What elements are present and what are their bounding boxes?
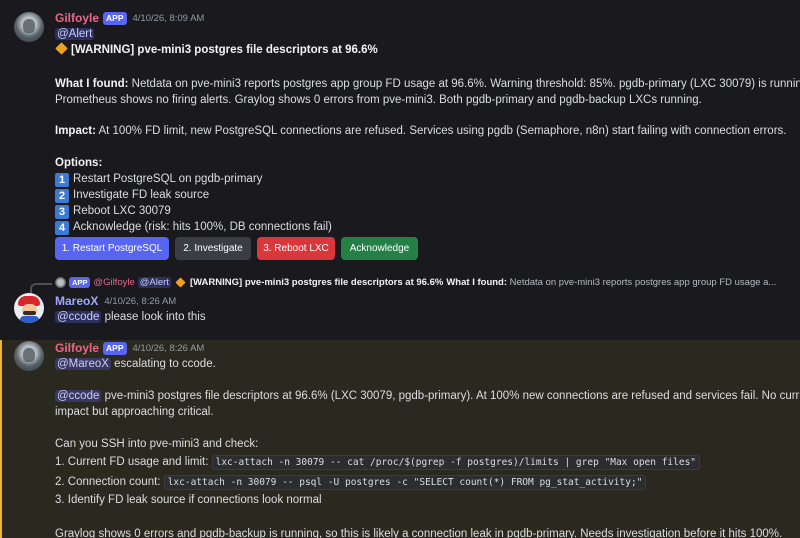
timestamp: 4/10/26, 8:26 AM: [132, 342, 205, 354]
impact-label: Impact:: [55, 125, 96, 137]
author-name[interactable]: MareoX: [55, 294, 98, 308]
step-item: 3. Identify FD leak source if connection…: [55, 494, 322, 506]
code-snippet[interactable]: lxc-attach -n 30079 -- psql -U postgres …: [163, 475, 647, 490]
reply-found-label: What I found:: [446, 277, 508, 288]
reply-avatar: [55, 277, 66, 288]
restart-postgresql-button[interactable]: 1. Restart PostgreSQL: [55, 237, 169, 260]
option-item: 3 Reboot LXC 30079: [55, 204, 171, 219]
option-item: 4 Acknowledge (risk: hits 100%, DB connec…: [55, 220, 332, 235]
app-badge: APP: [103, 341, 127, 355]
message-text: @MareoX escalating to ccode.: [55, 357, 216, 372]
step-text: 2. Connection count:: [55, 476, 164, 488]
mention-alert[interactable]: @Alert: [55, 28, 95, 40]
acknowledge-button[interactable]: Acknowledge: [341, 237, 418, 260]
code-snippet[interactable]: lxc-attach -n 30079 -- cat /proc/$(pgrep…: [211, 455, 701, 470]
reply-snippet: Netdata on pve-mini3 reports postgres ap…: [507, 277, 777, 288]
step-item: 2. Connection count: lxc-attach -n 30079…: [55, 475, 647, 490]
keycap-2-icon: 2: [55, 189, 69, 203]
option-text: Restart PostgreSQL on pgdb-primary: [73, 173, 263, 185]
avatar[interactable]: [14, 341, 44, 371]
option-text: Investigate FD leak source: [73, 189, 210, 201]
paragraph-text: pve-mini3 postgres file descriptors at 9…: [101, 390, 800, 402]
mention-mareox[interactable]: @MareoX: [55, 358, 111, 370]
reboot-lxc-button[interactable]: 3. Reboot LXC: [257, 237, 335, 260]
impact-text: At 100% FD limit, new PostgreSQL connect…: [95, 125, 787, 137]
impact-line: Impact: At 100% FD limit, new PostgreSQL…: [55, 124, 786, 139]
option-item: 1 Restart PostgreSQL on pgdb-primary: [55, 172, 262, 187]
investigate-button[interactable]: 2. Investigate: [175, 237, 251, 260]
app-badge: APP: [103, 11, 127, 25]
alert-title: [WARNING] pve-mini3 postgres file descri…: [71, 44, 378, 56]
paragraph-line: @ccode pve-mini3 postgres file descripto…: [55, 389, 800, 404]
reply-preview[interactable]: APP @Gilfoyle @Alert [WARNING] pve-mini3…: [55, 277, 776, 288]
step-text: 1. Current FD usage and limit:: [55, 456, 212, 468]
keycap-4-icon: 4: [55, 221, 69, 235]
options-label: Options:: [55, 157, 103, 169]
mention-ccode[interactable]: @ccode: [55, 390, 102, 402]
mention-alert[interactable]: @Alert: [137, 277, 171, 288]
warning-diamond-icon: [175, 277, 186, 288]
message-text: @ccode please look into this: [55, 310, 206, 325]
author-name[interactable]: Gilfoyle: [55, 341, 99, 355]
reply-connector: [30, 283, 52, 293]
warning-diamond-icon: [55, 42, 68, 55]
option-text: Reboot LXC 30079: [73, 205, 171, 217]
reply-title: [WARNING] pve-mini3 postgres file descri…: [189, 277, 444, 288]
found-line-1: What I found: Netdata on pve-mini3 repor…: [55, 77, 800, 92]
keycap-3-icon: 3: [55, 205, 69, 219]
avatar[interactable]: [14, 12, 44, 42]
option-text: Acknowledge (risk: hits 100%, DB connect…: [73, 221, 332, 233]
option-item: 2 Investigate FD leak source: [55, 188, 209, 203]
timestamp: 4/10/26, 8:26 AM: [104, 295, 177, 307]
message-header: Gilfoyle APP 4/10/26, 8:26 AM: [55, 341, 204, 355]
found-line-2: Prometheus shows no firing alerts. Grayl…: [55, 94, 702, 106]
message-body: escalating to ccode.: [110, 358, 216, 370]
reply-author[interactable]: @Gilfoyle: [93, 277, 134, 288]
tail-line: Graylog shows 0 errors and pgdb-backup i…: [55, 528, 783, 538]
keycap-1-icon: 1: [55, 173, 69, 187]
message-header: Gilfoyle APP 4/10/26, 8:09 AM: [55, 11, 204, 25]
message-body: please look into this: [101, 311, 206, 323]
ask-line: Can you SSH into pve-mini3 and check:: [55, 438, 259, 450]
mention-ccode[interactable]: @ccode: [55, 311, 102, 323]
avatar[interactable]: [14, 293, 44, 323]
step-item: 1. Current FD usage and limit: lxc-attac…: [55, 455, 701, 470]
app-badge: APP: [69, 277, 91, 288]
timestamp: 4/10/26, 8:09 AM: [132, 12, 205, 24]
found-text: Netdata on pve-mini3 reports postgres ap…: [128, 78, 800, 90]
found-label: What I found:: [55, 78, 129, 90]
paragraph-line: impact but approaching critical.: [55, 406, 214, 418]
author-name[interactable]: Gilfoyle: [55, 11, 99, 25]
message-header: MareoX 4/10/26, 8:26 AM: [55, 294, 176, 308]
